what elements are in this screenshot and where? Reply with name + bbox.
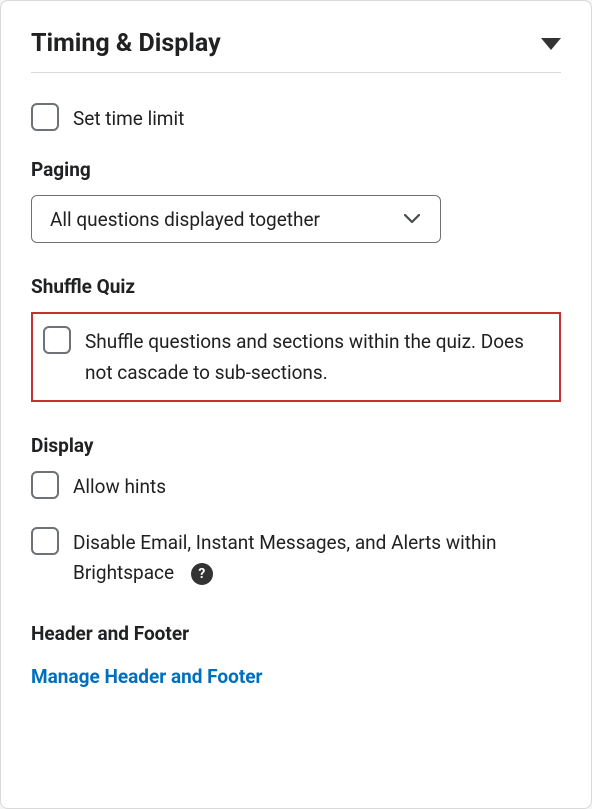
disable-comms-row: Disable Email, Instant Messages, and Ale… [31,527,561,589]
time-limit-row: Set time limit [31,103,561,134]
paging-dropdown[interactable]: All questions displayed together [31,195,441,243]
panel-title: Timing & Display [31,29,221,58]
allow-hints-row: Allow hints [31,471,561,502]
disable-comms-checkbox[interactable] [31,527,59,555]
divider [31,72,561,73]
paging-selected-value: All questions displayed together [50,208,320,231]
header-footer-heading: Header and Footer [31,622,561,645]
timing-display-panel: Timing & Display Set time limit Paging A… [0,0,592,809]
shuffle-checkbox[interactable] [43,326,71,354]
help-icon[interactable]: ? [191,563,213,585]
shuffle-heading: Shuffle Quiz [31,275,561,298]
time-limit-checkbox[interactable] [31,103,59,131]
shuffle-highlight: Shuffle questions and sections within th… [31,312,561,402]
disable-comms-label: Disable Email, Instant Messages, and Ale… [73,527,561,589]
display-heading: Display [31,434,561,457]
collapse-caret-icon[interactable] [541,38,561,50]
chevron-down-icon [404,214,420,224]
allow-hints-checkbox[interactable] [31,471,59,499]
time-limit-label: Set time limit [73,103,184,134]
manage-header-footer-link[interactable]: Manage Header and Footer [31,665,263,688]
shuffle-label: Shuffle questions and sections within th… [85,326,549,388]
panel-header: Timing & Display [31,29,561,58]
allow-hints-label: Allow hints [73,471,166,502]
paging-heading: Paging [31,158,561,181]
shuffle-row: Shuffle questions and sections within th… [43,326,549,388]
disable-comms-text: Disable Email, Instant Messages, and Ale… [73,531,497,584]
